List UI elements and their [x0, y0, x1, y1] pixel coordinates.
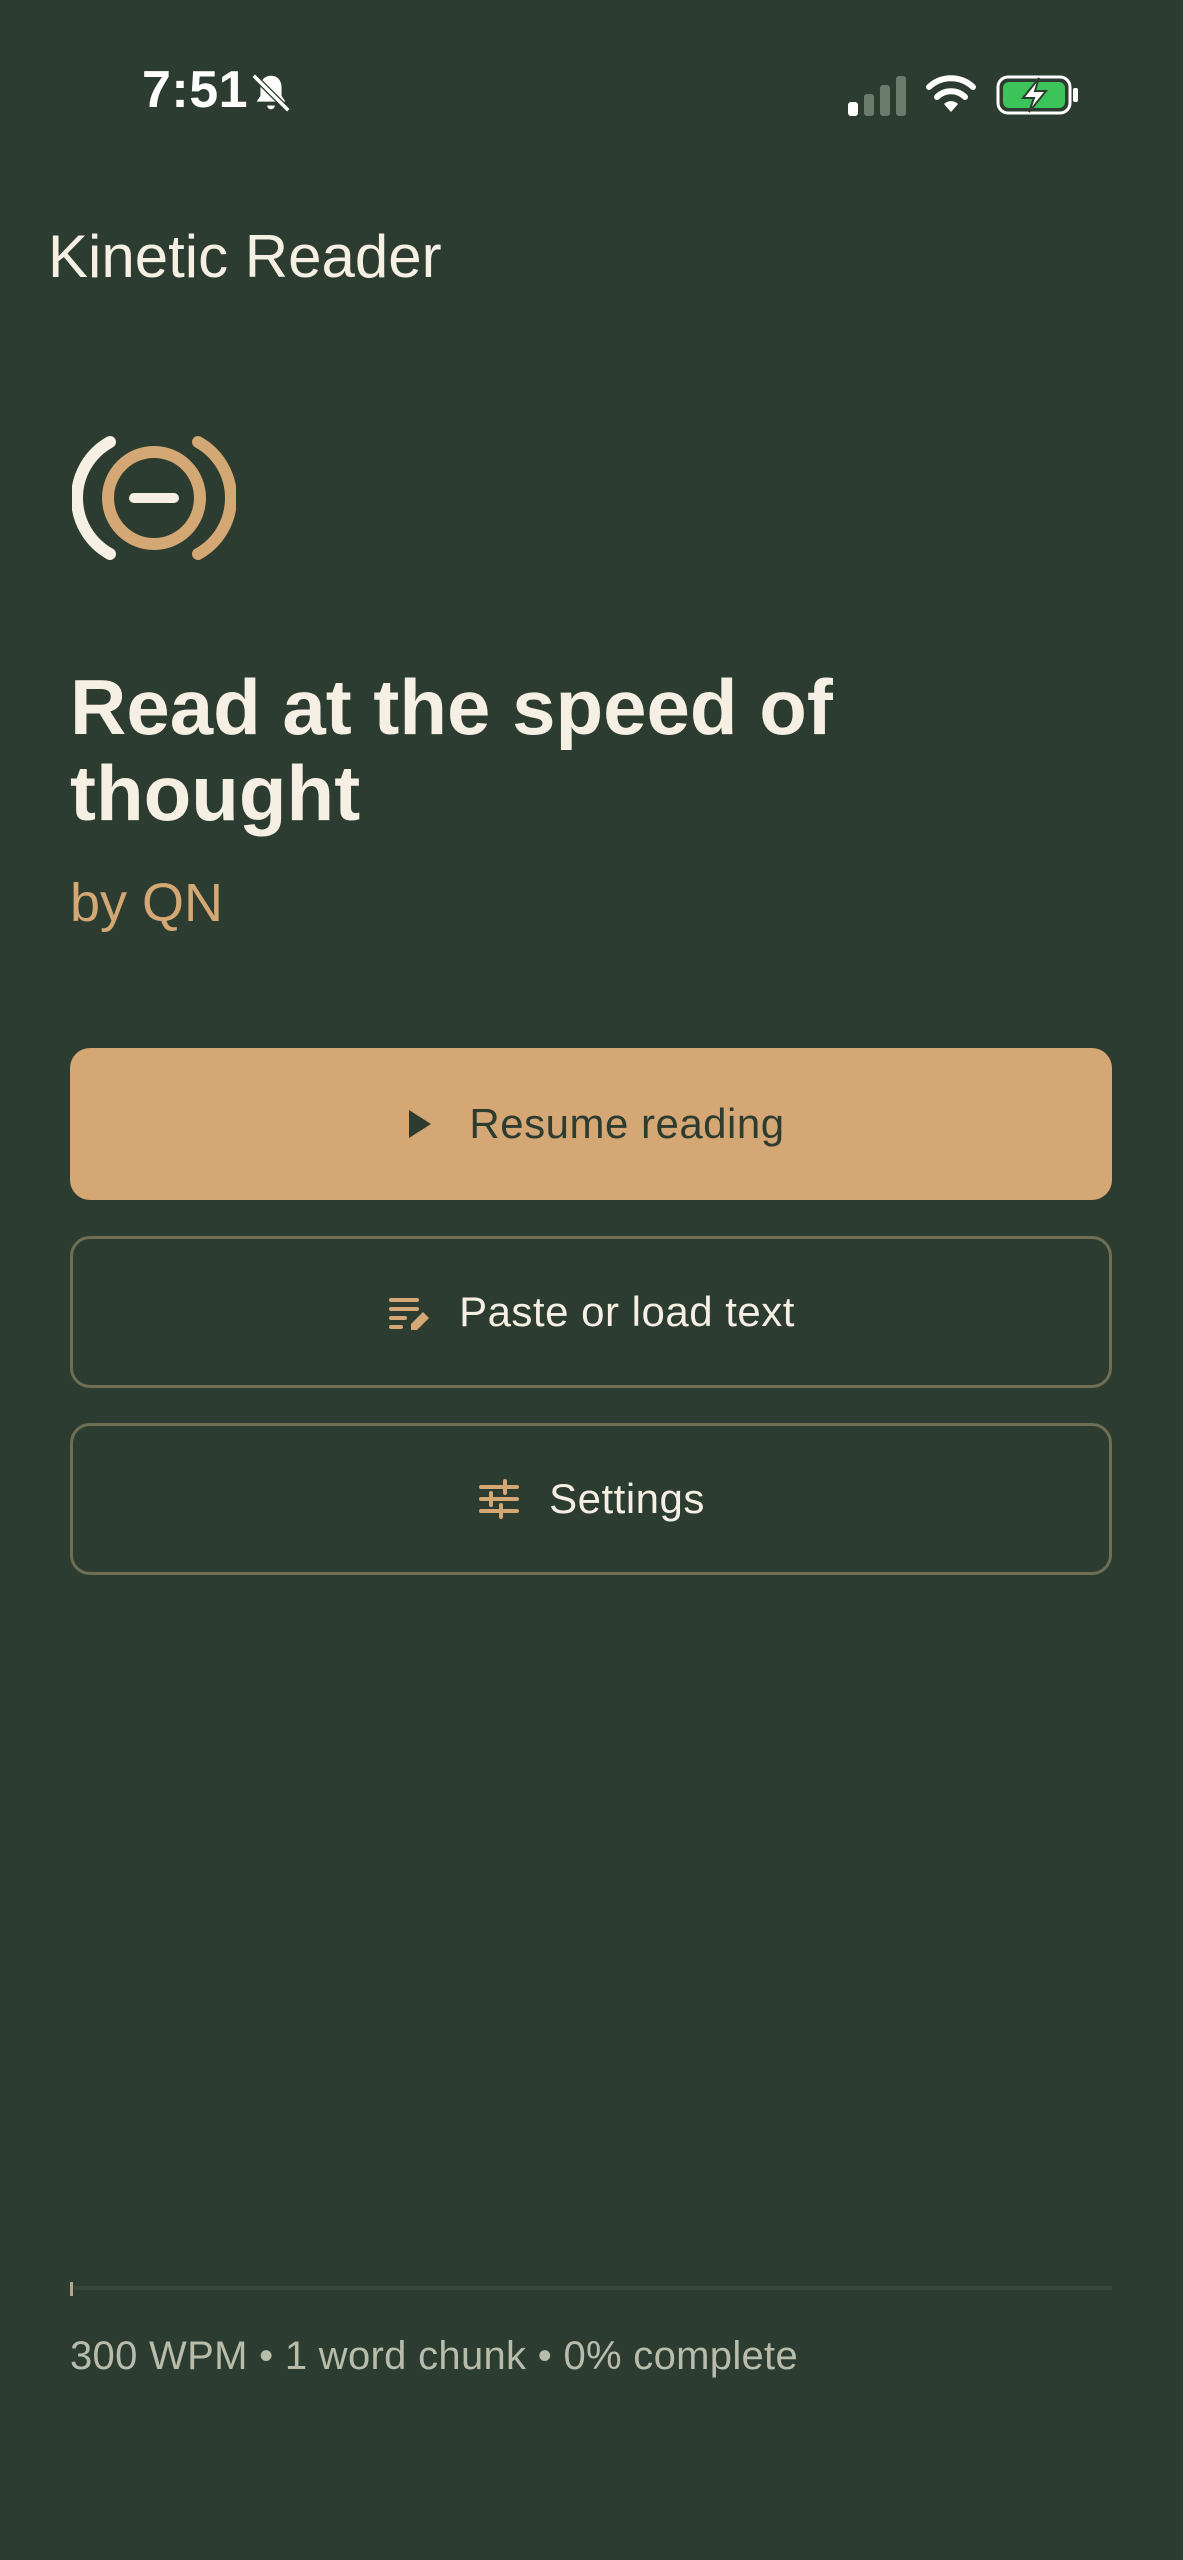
reading-stats: 300 WPM • 1 word chunk • 0% complete — [70, 2334, 799, 2378]
kinetic-reader-logo-icon — [72, 436, 236, 560]
resume-reading-button[interactable]: Resume reading — [70, 1048, 1112, 1200]
resume-reading-label: Resume reading — [469, 1100, 785, 1147]
headline: Read at the speed of thought — [70, 663, 833, 837]
settings-label: Settings — [549, 1475, 705, 1522]
status-time: 7:51 — [142, 61, 249, 119]
wifi-icon — [926, 75, 976, 112]
paste-or-load-text-label: Paste or load text — [459, 1288, 795, 1335]
bell-slash-icon — [251, 73, 291, 113]
status-bar: 7:51 — [0, 0, 1183, 190]
settings-button[interactable]: Settings — [70, 1423, 1112, 1575]
reading-progress-bar — [70, 2286, 1112, 2290]
edit-text-icon — [389, 1298, 430, 1330]
sliders-icon — [479, 1479, 520, 1519]
byline: by QN — [70, 873, 224, 933]
battery-charging-icon — [996, 75, 1078, 115]
app-title: Kinetic Reader — [48, 223, 442, 290]
signal-icon — [848, 76, 906, 116]
play-icon — [409, 1110, 432, 1138]
paste-or-load-text-button[interactable]: Paste or load text — [70, 1236, 1112, 1388]
reading-progress-marker — [70, 2282, 73, 2296]
